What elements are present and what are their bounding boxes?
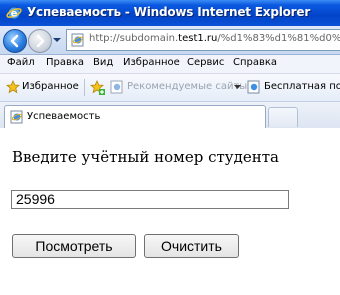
suggested-sites-link[interactable]: Рекомендуемые сайты xyxy=(127,81,247,92)
back-button[interactable] xyxy=(3,29,27,53)
suggested-sites-icon xyxy=(110,80,123,94)
chevron-down-icon[interactable] xyxy=(234,85,241,90)
clear-button[interactable]: Очистить xyxy=(144,234,239,258)
menu-tools[interactable]: Сервис xyxy=(187,57,224,68)
menu-favorites[interactable]: Избранное xyxy=(123,57,180,68)
tab-label: Успеваемость xyxy=(27,111,101,122)
menu-file[interactable]: Файл xyxy=(7,57,35,68)
tab-uspevaemost[interactable]: Успеваемость xyxy=(4,105,266,129)
page-content: Введите учётный номер студента Посмотрет… xyxy=(0,128,340,295)
browser-window: e Успеваемость - Windows Internet Explor… xyxy=(0,0,340,295)
favorites-bar: Избранное Рекомендуемые сайты Бесплатная… xyxy=(0,74,340,102)
separator xyxy=(84,79,85,96)
address-url: http://subdomain.test1.ru/%d1%83%d1%81%d… xyxy=(89,33,340,44)
ie-page-icon xyxy=(10,110,23,124)
favorites-button[interactable]: Избранное xyxy=(22,81,79,92)
menu-view[interactable]: Вид xyxy=(93,57,113,68)
title-bar: e Успеваемость - Windows Internet Explor… xyxy=(0,0,340,26)
tab-bar: Успеваемость xyxy=(0,102,340,129)
student-number-input[interactable] xyxy=(11,190,289,209)
svg-text:e: e xyxy=(11,9,18,20)
ie-page-icon xyxy=(71,33,84,47)
student-number-prompt: Введите учётный номер студента xyxy=(12,148,279,166)
menu-edit[interactable]: Правка xyxy=(46,57,84,68)
free-mail-link[interactable]: Бесплатная почт xyxy=(264,81,340,92)
star-icon xyxy=(6,80,20,94)
window-title: Успеваемость - Windows Internet Explorer xyxy=(27,5,311,19)
address-bar[interactable]: http://subdomain.test1.ru/%d1%83%d1%81%d… xyxy=(66,29,340,51)
arrow-left-icon xyxy=(10,34,19,48)
arrow-right-icon xyxy=(36,34,45,48)
menu-bar: Файл Правка Вид Избранное Сервис Справка xyxy=(0,55,340,74)
history-dropdown-icon[interactable] xyxy=(53,36,61,44)
navigation-bar: http://subdomain.test1.ru/%d1%83%d1%81%d… xyxy=(0,26,340,55)
add-favorite-icon[interactable] xyxy=(90,80,105,95)
menu-help[interactable]: Справка xyxy=(233,57,277,68)
web-slice-icon xyxy=(247,80,260,94)
new-tab-button[interactable] xyxy=(268,107,298,127)
forward-button[interactable] xyxy=(28,29,52,53)
view-button[interactable]: Посмотреть xyxy=(12,234,136,258)
ie-icon: e xyxy=(6,6,22,20)
